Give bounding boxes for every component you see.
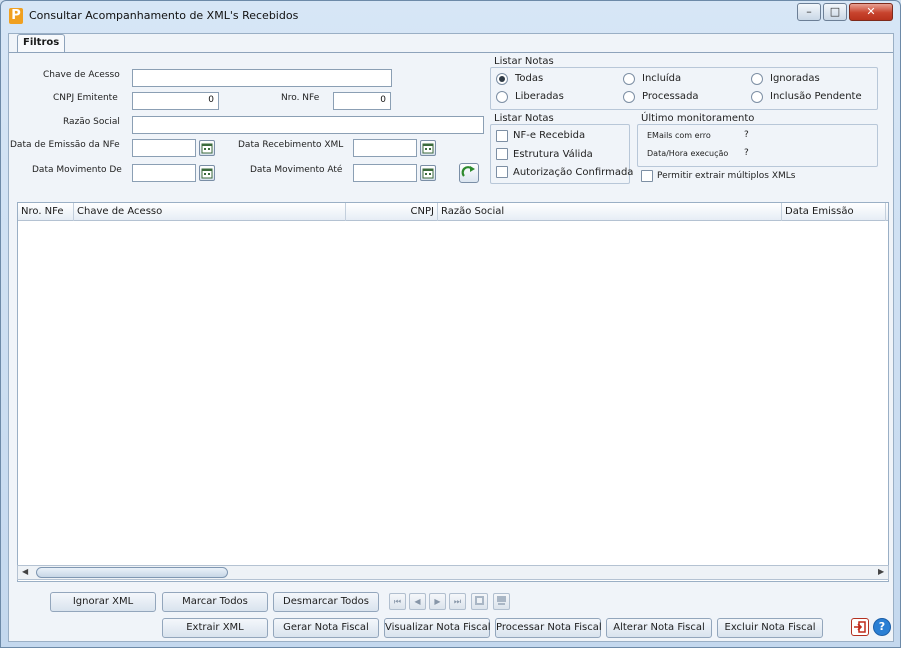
radio-todas-label: Todas bbox=[515, 73, 544, 84]
calendar-icon[interactable] bbox=[420, 165, 436, 181]
checkbox-nfe-recebida[interactable] bbox=[496, 130, 508, 142]
radio-inclusao-pendente-label: Inclusão Pendente bbox=[770, 91, 862, 102]
calendar-icon[interactable] bbox=[199, 140, 215, 156]
column-header-nro-nfe[interactable]: Nro. NFe bbox=[18, 203, 74, 221]
radio-ignoradas[interactable] bbox=[751, 73, 763, 85]
data-hora-execucao-label: Data/Hora execução bbox=[647, 149, 729, 158]
next-record-icon[interactable]: ▶ bbox=[429, 593, 446, 610]
results-table[interactable]: Nro. NFe Chave de Acesso CNPJ Razão Soci… bbox=[17, 202, 889, 582]
extrair-xml-button[interactable]: Extrair XML bbox=[162, 618, 268, 638]
radio-incluida-label: Incluída bbox=[642, 73, 682, 84]
data-recebimento-input[interactable] bbox=[353, 139, 417, 157]
checkbox-estrutura-valida-label: Estrutura Válida bbox=[513, 149, 593, 160]
checkbox-autorizacao-confirmada[interactable] bbox=[496, 166, 508, 178]
marcar-todos-button[interactable]: Marcar Todos bbox=[162, 592, 268, 612]
scroll-left-arrow-icon[interactable]: ◀ bbox=[22, 567, 28, 576]
grid-view-icon[interactable] bbox=[471, 593, 488, 610]
column-header-razao-social[interactable]: Razão Social bbox=[438, 203, 782, 221]
alterar-nota-fiscal-button[interactable]: Alterar Nota Fiscal bbox=[606, 618, 712, 638]
scroll-right-arrow-icon[interactable]: ▶ bbox=[878, 567, 884, 576]
form-client-area: Filtros Chave de Acesso CNPJ Emitente 0 … bbox=[8, 33, 894, 642]
scrollbar-thumb[interactable] bbox=[36, 567, 228, 578]
help-icon[interactable]: ? bbox=[873, 618, 891, 636]
column-header-cnpj[interactable]: CNPJ bbox=[346, 203, 438, 221]
radio-ignoradas-label: Ignoradas bbox=[770, 73, 820, 84]
refresh-icon[interactable] bbox=[459, 163, 479, 183]
checkbox-nfe-recebida-label: NF-e Recebida bbox=[513, 130, 586, 141]
data-movimento-de-input[interactable] bbox=[132, 164, 196, 182]
tab-filtros[interactable]: Filtros bbox=[17, 34, 66, 52]
listar-notas-radio-group bbox=[490, 67, 878, 110]
calendar-icon[interactable] bbox=[420, 140, 436, 156]
data-movimento-ate-label: Data Movimento Até bbox=[250, 165, 343, 175]
ignorar-xml-button[interactable]: Ignorar XML bbox=[50, 592, 156, 612]
radio-todas[interactable] bbox=[496, 73, 508, 85]
excluir-nota-fiscal-button[interactable]: Excluir Nota Fiscal bbox=[717, 618, 823, 638]
radio-liberadas[interactable] bbox=[496, 91, 508, 103]
gerar-nota-fiscal-button[interactable]: Gerar Nota Fiscal bbox=[273, 618, 379, 638]
data-hora-execucao-value: ? bbox=[744, 148, 749, 158]
radio-processada-label: Processada bbox=[642, 91, 699, 102]
checkbox-estrutura-valida[interactable] bbox=[496, 148, 508, 160]
first-record-icon[interactable]: ⏮ bbox=[389, 593, 406, 610]
nro-nfe-label: Nro. NFe bbox=[281, 93, 320, 103]
emails-erro-value: ? bbox=[744, 130, 749, 140]
maximize-button[interactable]: □ bbox=[823, 3, 847, 21]
visualizar-nota-fiscal-button[interactable]: Visualizar Nota Fiscal bbox=[384, 618, 491, 638]
main-window: P Consultar Acompanhamento de XML's Rece… bbox=[0, 0, 901, 648]
emails-erro-label: EMails com erro bbox=[647, 131, 711, 140]
data-recebimento-label: Data Recebimento XML bbox=[238, 140, 344, 150]
cnpj-emitente-input[interactable]: 0 bbox=[132, 92, 219, 110]
calendar-icon[interactable] bbox=[199, 165, 215, 181]
last-record-icon[interactable]: ⏭ bbox=[449, 593, 466, 610]
exit-icon[interactable] bbox=[851, 618, 869, 636]
horizontal-scrollbar[interactable]: ◀ ▶ bbox=[17, 565, 889, 580]
chave-acesso-input[interactable] bbox=[132, 69, 392, 87]
processar-nota-fiscal-button[interactable]: Processar Nota Fiscal bbox=[495, 618, 602, 638]
chave-acesso-label: Chave de Acesso bbox=[43, 70, 120, 80]
window-title: Consultar Acompanhamento de XML's Recebi… bbox=[29, 9, 299, 22]
listar-notas-check-title: Listar Notas bbox=[492, 113, 556, 124]
data-emissao-input[interactable] bbox=[132, 139, 196, 157]
ultimo-monitoramento-title: Último monitoramento bbox=[639, 113, 757, 124]
title-bar: P Consultar Acompanhamento de XML's Rece… bbox=[1, 1, 900, 31]
razao-social-label: Razão Social bbox=[63, 117, 120, 127]
column-header-chave-acesso[interactable]: Chave de Acesso bbox=[74, 203, 346, 221]
column-header-data-emissao[interactable]: Data Emissão bbox=[782, 203, 886, 221]
previous-record-icon[interactable]: ◀ bbox=[409, 593, 426, 610]
listar-notas-title: Listar Notas bbox=[492, 56, 556, 67]
cnpj-emitente-label: CNPJ Emitente bbox=[53, 93, 118, 103]
radio-inclusao-pendente[interactable] bbox=[751, 91, 763, 103]
data-emissao-label: Data de Emissão da NFe bbox=[10, 140, 120, 150]
nro-nfe-input[interactable]: 0 bbox=[333, 92, 391, 110]
minimize-button[interactable]: – bbox=[797, 3, 821, 21]
radio-liberadas-label: Liberadas bbox=[515, 91, 564, 102]
checkbox-autorizacao-confirmada-label: Autorização Confirmada bbox=[513, 167, 634, 178]
desmarcar-todos-button[interactable]: Desmarcar Todos bbox=[273, 592, 379, 612]
razao-social-input[interactable] bbox=[132, 116, 484, 134]
export-icon[interactable] bbox=[493, 593, 510, 610]
table-header: Nro. NFe Chave de Acesso CNPJ Razão Soci… bbox=[18, 203, 888, 221]
data-movimento-ate-input[interactable] bbox=[353, 164, 417, 182]
data-movimento-de-label: Data Movimento De bbox=[32, 165, 122, 175]
checkbox-permitir-multiplos-label: Permitir extrair múltiplos XMLs bbox=[657, 171, 796, 181]
radio-incluida[interactable] bbox=[623, 73, 635, 85]
checkbox-permitir-multiplos[interactable] bbox=[641, 170, 653, 182]
close-button[interactable]: ✕ bbox=[849, 3, 893, 21]
tab-divider bbox=[9, 52, 893, 53]
radio-processada[interactable] bbox=[623, 91, 635, 103]
app-logo-icon: P bbox=[9, 8, 23, 24]
